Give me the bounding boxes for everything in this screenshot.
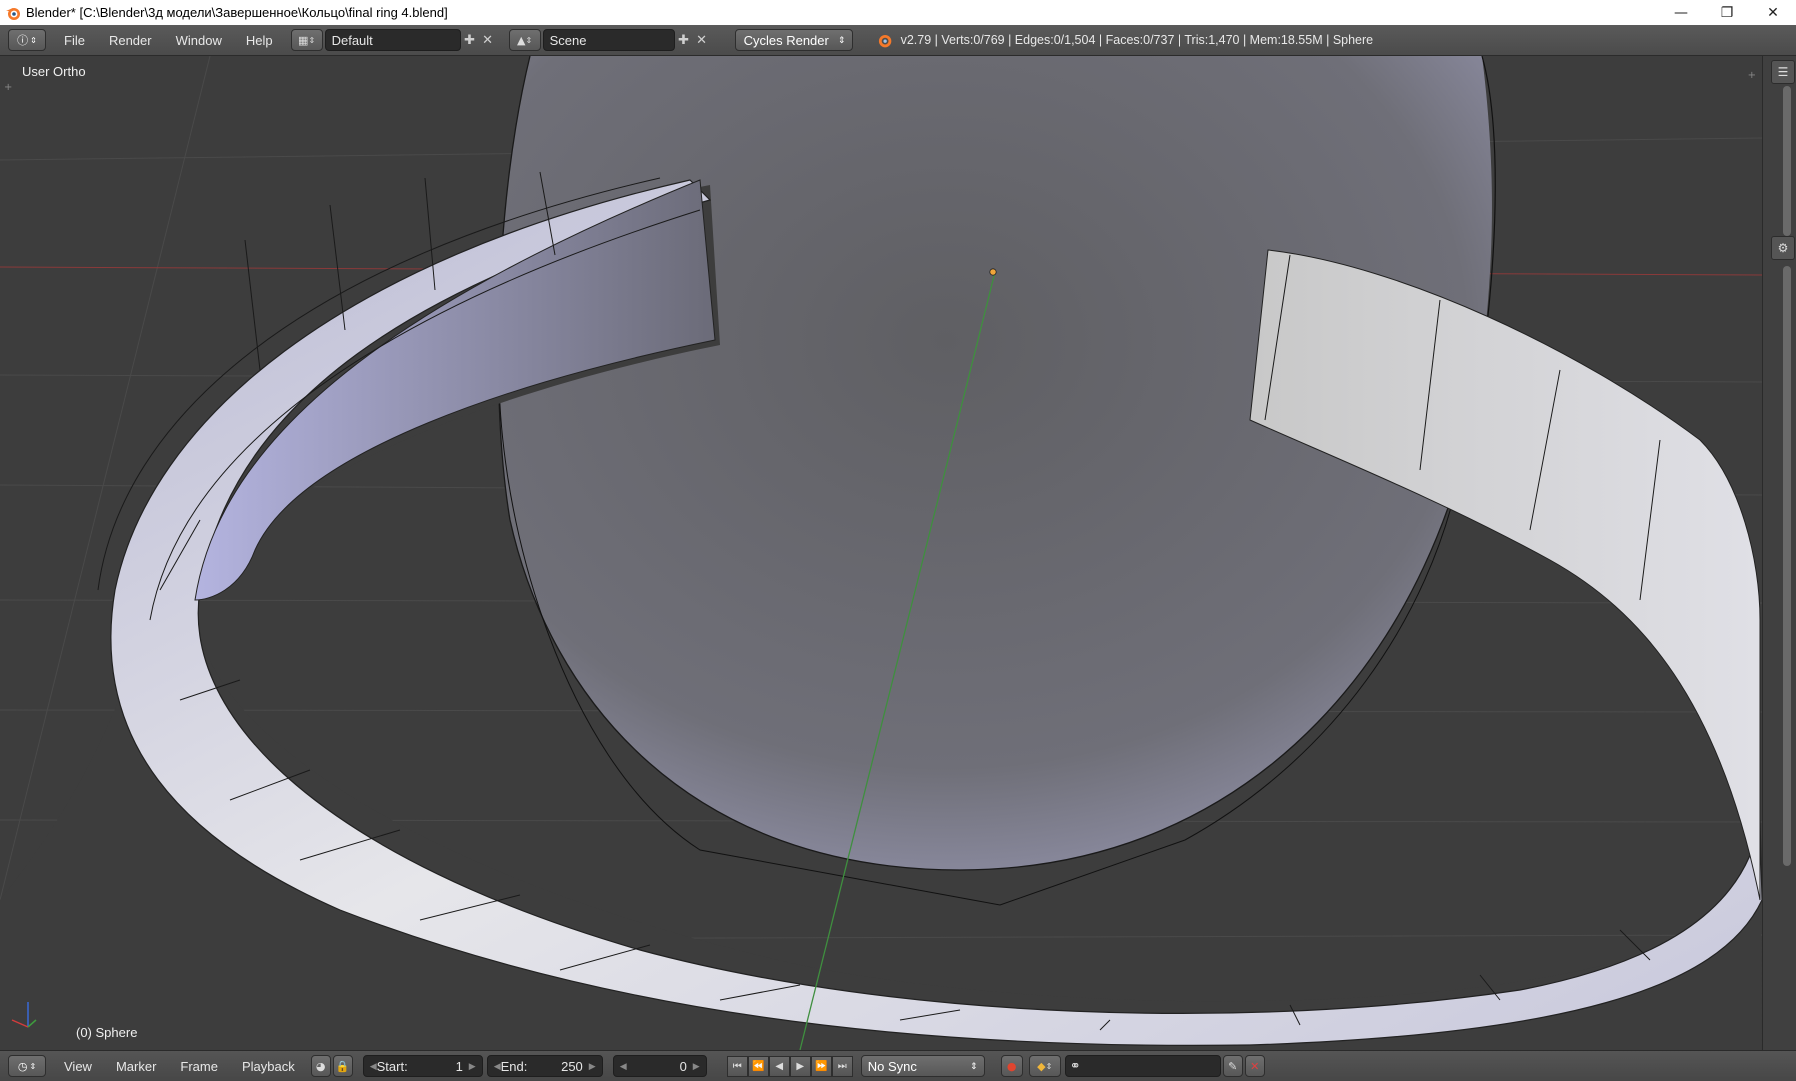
blender-version-icon <box>878 34 891 48</box>
next-keyframe-icon[interactable]: ⏩ <box>810 1055 832 1077</box>
remove-scene-icon[interactable]: ✕ <box>693 31 711 49</box>
insert-keyframe-icon[interactable]: ✎ <box>1222 1055 1243 1077</box>
3d-viewport[interactable]: User Ortho (0) Sphere + + <box>0 56 1762 1050</box>
start-frame-label: Start: <box>376 1058 408 1074</box>
menu-help[interactable]: Help <box>234 33 285 48</box>
chevron-updown-icon: ⇕ <box>838 34 846 45</box>
scene-stats: v2.79 | Verts:0/769 | Edges:0/1,504 | Fa… <box>900 33 1374 47</box>
remove-screen-icon[interactable]: ✕ <box>479 31 497 49</box>
play-reverse-icon[interactable]: ◀ <box>768 1055 790 1077</box>
add-screen-icon[interactable]: ✚ <box>461 31 479 49</box>
play-icon[interactable]: ▶ <box>789 1055 811 1077</box>
key-icon: ⚭ <box>1069 1058 1081 1073</box>
window-titlebar: Blender* [C:\Blender\3д модели\Завершенн… <box>0 0 1796 25</box>
menu-render[interactable]: Render <box>97 33 164 48</box>
current-frame-field[interactable]: ◀ 0 ▶ <box>612 1055 707 1077</box>
blender-logo-icon <box>6 7 20 20</box>
sync-mode-label: No Sync <box>867 1058 917 1074</box>
render-engine-select[interactable]: Cycles Render ⇕ <box>734 29 853 51</box>
close-icon[interactable]: ✕ <box>1750 0 1796 25</box>
scene-field[interactable]: Scene <box>542 29 675 51</box>
window-title: Blender* [C:\Blender\3д модели\Завершенн… <box>26 5 448 20</box>
lock-icon[interactable]: 🔒 <box>332 1055 353 1077</box>
restore-icon[interactable]: ❐ <box>1704 0 1750 25</box>
sphere-mesh <box>498 56 1492 870</box>
jump-start-icon[interactable]: ⏮ <box>726 1055 748 1077</box>
sync-mode-select[interactable]: No Sync ⇕ <box>860 1055 985 1077</box>
screen-layout-name: Default <box>331 32 373 48</box>
add-scene-icon[interactable]: ✚ <box>675 31 693 49</box>
record-icon[interactable]: ● <box>1000 1055 1023 1077</box>
timeline-menu-frame[interactable]: Frame <box>168 1059 230 1074</box>
screen-layout-field[interactable]: Default <box>324 29 461 51</box>
menu-file[interactable]: File <box>52 33 97 48</box>
right-editor-strip: ☰ ⚙ <box>1762 56 1796 1050</box>
timeline-editor-type-button[interactable]: ◷ ⇕ <box>8 1055 46 1077</box>
start-frame-value: 1 <box>455 1058 463 1074</box>
end-frame-label: End: <box>500 1058 528 1074</box>
timeline-header: ◷ ⇕ View Marker Frame Playback ◕ 🔒 ◀ Star… <box>0 1050 1796 1081</box>
properties-icon[interactable]: ⚙ <box>1771 236 1795 260</box>
jump-end-icon[interactable]: ⏭ <box>831 1055 853 1077</box>
timeline-menu-playback[interactable]: Playback <box>230 1059 307 1074</box>
render-engine-label: Cycles Render <box>743 32 829 48</box>
info-icon: ⓘ <box>17 34 29 47</box>
timeline-menu-marker[interactable]: Marker <box>104 1059 168 1074</box>
keying-icon[interactable]: ◆ ⇕ <box>1028 1055 1061 1077</box>
outliner-icon[interactable]: ☰ <box>1771 60 1795 84</box>
screen-layout-icon[interactable]: ▦ ⇕ <box>290 29 323 51</box>
object-origin-icon <box>989 268 997 276</box>
properties-toggle-icon[interactable]: + <box>1748 70 1756 81</box>
preview-range-icon[interactable]: ◕ <box>310 1055 331 1077</box>
clock-icon: ◷ <box>17 1059 28 1073</box>
minimize-icon[interactable]: — <box>1658 0 1704 25</box>
menu-window[interactable]: Window <box>164 33 234 48</box>
keying-set-field[interactable]: ⚭ <box>1064 1055 1221 1077</box>
view-mode-label: User Ortho <box>22 64 86 79</box>
outliner-scrollbar[interactable] <box>1783 86 1791 236</box>
toolshelf-toggle-icon[interactable]: + <box>4 82 12 93</box>
timeline-menu-view[interactable]: View <box>52 1059 104 1074</box>
prev-keyframe-icon[interactable]: ⏪ <box>747 1055 769 1077</box>
properties-scrollbar[interactable] <box>1783 266 1791 866</box>
delete-keyframe-icon[interactable]: ✕ <box>1244 1055 1265 1077</box>
scene-icon[interactable]: ▲ ⇕ <box>508 29 541 51</box>
start-frame-field[interactable]: ◀ Start: 1 ▶ <box>362 1055 483 1077</box>
info-header: ⓘ ⇕ File Render Window Help ▦ ⇕ Default ✚ … <box>0 25 1796 56</box>
editor-type-button[interactable]: ⓘ ⇕ <box>8 29 46 51</box>
current-frame-value: 0 <box>679 1058 687 1074</box>
end-frame-field[interactable]: ◀ End: 250 ▶ <box>486 1055 603 1077</box>
end-frame-value: 250 <box>561 1058 583 1074</box>
scene-name: Scene <box>549 32 587 48</box>
chevron-updown-icon: ⇕ <box>970 1060 978 1071</box>
active-object-label: (0) Sphere <box>76 1025 138 1040</box>
viewport-scene <box>0 56 1762 1050</box>
